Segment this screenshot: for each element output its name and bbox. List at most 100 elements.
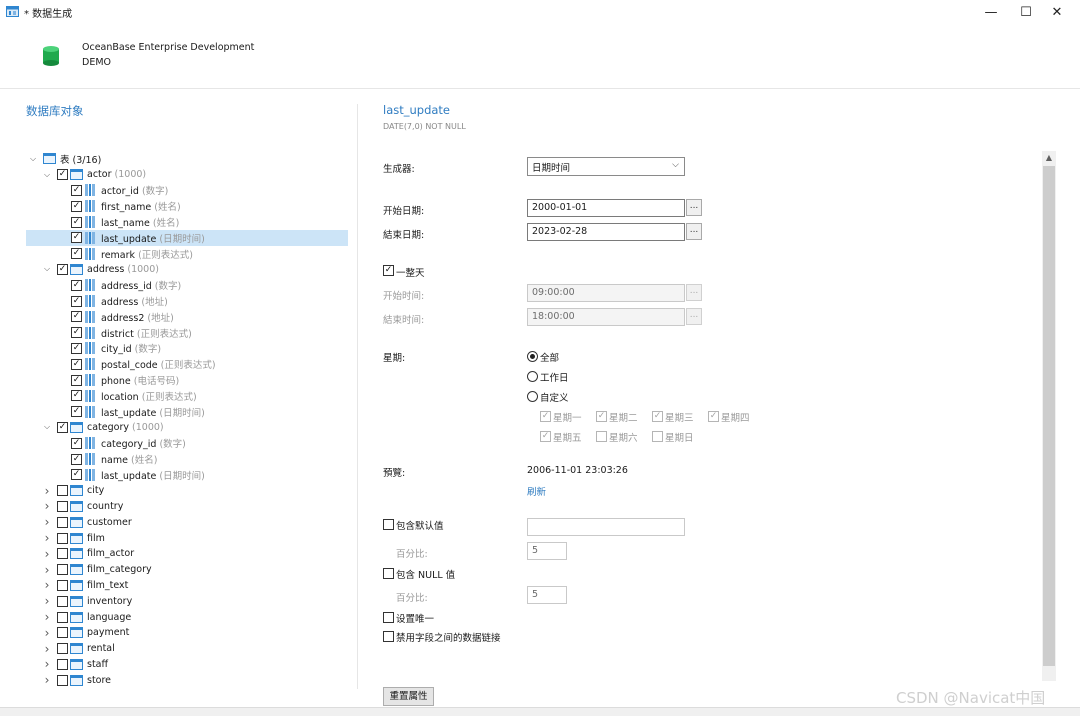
tree-checkbox[interactable] [57,611,68,623]
start-time-input[interactable]: 09:00:00 [527,284,685,302]
tree-row[interactable]: › city [26,483,348,499]
bottom-scrollbar[interactable] [0,707,1080,716]
tree-row[interactable]: ✓ city_id (数字) [26,341,348,357]
tree-checkbox[interactable]: ✓ [71,437,82,449]
tree-row[interactable]: › inventory [26,593,348,609]
tree-checkbox[interactable] [57,627,68,639]
include-null-checkbox[interactable] [383,568,394,579]
start-date-input[interactable]: 2000-01-01 [527,199,685,217]
default-value-input[interactable] [527,518,685,536]
weekday-checkbox[interactable]: ✓ [540,431,551,442]
vertical-scrollbar[interactable]: ▲ [1042,151,1056,681]
tree-row[interactable]: › staff [26,657,348,673]
tree-row[interactable]: ✓ address2 (地址) [26,309,348,325]
tree-checkbox[interactable]: ✓ [71,469,82,481]
tree-row[interactable]: › language [26,609,348,625]
tree-checkbox[interactable] [57,674,68,686]
tree-checkbox[interactable]: ✓ [71,342,82,354]
tree-row[interactable]: ✓ name (姓名) [26,451,348,467]
start-date-browse-button[interactable]: ... [686,199,702,216]
default-percent-input[interactable]: 5 [527,542,567,560]
chevron-down-icon[interactable]: ⌵ [42,264,52,274]
reset-properties-button[interactable]: 重置属性 [383,687,434,706]
tree-checkbox[interactable]: ✓ [57,263,68,275]
tree-row[interactable]: ✓ category_id (数字) [26,435,348,451]
end-time-input[interactable]: 18:00:00 [527,308,685,326]
tree-row[interactable]: ✓ last_name (姓名) [26,214,348,230]
tree-row[interactable]: › film_actor [26,546,348,562]
tree-checkbox[interactable]: ✓ [71,358,82,370]
chevron-right-icon[interactable]: › [42,547,52,561]
tree-checkbox[interactable] [57,595,68,607]
tree-row[interactable]: ⌵ 表 (3/16) [26,151,348,167]
chevron-right-icon[interactable]: › [42,531,52,545]
tree-row[interactable]: ⌵ ✓ address (1000) [26,262,348,278]
tree-row[interactable]: ✓ last_update (日期时间) [26,467,348,483]
tree-checkbox[interactable] [57,658,68,670]
tree-row[interactable]: › payment [26,625,348,641]
tree-checkbox[interactable]: ✓ [71,232,82,244]
end-date-input[interactable]: 2023-02-28 [527,223,685,241]
chevron-down-icon[interactable]: ⌵ [42,422,52,432]
all-day-checkbox[interactable]: ✓ [383,265,394,276]
tree-row[interactable]: ✓ postal_code (正则表达式) [26,356,348,372]
weekday-checkbox[interactable]: ✓ [708,411,719,422]
tree-checkbox[interactable]: ✓ [71,390,82,402]
end-date-browse-button[interactable]: ... [686,223,702,240]
tree-checkbox[interactable]: ✓ [71,216,82,228]
tree-row[interactable]: › store [26,672,348,688]
tree-row[interactable]: ✓ address (地址) [26,293,348,309]
tree-row[interactable]: ✓ first_name (姓名) [26,198,348,214]
tree-row[interactable]: › film [26,530,348,546]
tree-row[interactable]: ✓ phone (电话号码) [26,372,348,388]
tree-checkbox[interactable]: ✓ [71,184,82,196]
tree-row[interactable]: ✓ remark (正则表达式) [26,246,348,262]
tree-row[interactable]: › film_text [26,578,348,594]
tree-checkbox[interactable] [57,643,68,655]
radio-workdays[interactable] [527,371,538,382]
tree-checkbox[interactable]: ✓ [71,248,82,260]
weekday-checkbox[interactable]: ✓ [596,411,607,422]
tree-checkbox[interactable] [57,579,68,591]
tree-checkbox[interactable]: ✓ [71,311,82,323]
tree-checkbox[interactable] [57,532,68,544]
chevron-right-icon[interactable]: › [42,610,52,624]
radio-custom[interactable] [527,391,538,402]
tree-checkbox[interactable]: ✓ [71,200,82,212]
tree-checkbox[interactable] [57,500,68,512]
weekday-checkbox[interactable] [596,431,607,442]
tree-checkbox[interactable]: ✓ [71,279,82,291]
tree-checkbox[interactable]: ✓ [71,295,82,307]
scrollbar-thumb[interactable] [1043,166,1055,666]
weekday-checkbox[interactable]: ✓ [540,411,551,422]
null-percent-input[interactable]: 5 [527,586,567,604]
tree-row[interactable]: › rental [26,641,348,657]
chevron-right-icon[interactable]: › [42,515,52,529]
chevron-right-icon[interactable]: › [42,657,52,671]
disable-link-checkbox[interactable] [383,631,394,642]
scroll-up-icon[interactable]: ▲ [1042,151,1056,165]
chevron-right-icon[interactable]: › [42,626,52,640]
tree-row[interactable]: ✓ last_update (日期时间) [26,229,348,246]
tree-checkbox[interactable] [57,485,68,497]
chevron-right-icon[interactable]: › [42,484,52,498]
tree-row[interactable]: ✓ location (正则表达式) [26,388,348,404]
tree-checkbox[interactable] [57,564,68,576]
weekday-checkbox[interactable] [652,431,663,442]
tree-checkbox[interactable]: ✓ [71,406,82,418]
tree-row[interactable]: ✓ last_update (日期时间) [26,404,348,420]
chevron-right-icon[interactable]: › [42,594,52,608]
chevron-down-icon[interactable]: ⌵ [28,154,38,164]
end-time-browse-button[interactable]: ... [686,308,702,325]
chevron-right-icon[interactable]: › [42,578,52,592]
chevron-right-icon[interactable]: › [42,563,52,577]
tree-row[interactable]: ✓ address_id (数字) [26,277,348,293]
unique-checkbox[interactable] [383,612,394,623]
tree-checkbox[interactable]: ✓ [57,421,68,433]
include-default-checkbox[interactable] [383,519,394,530]
tree-row[interactable]: ⌵ ✓ category (1000) [26,420,348,436]
refresh-link[interactable]: 刷新 [527,484,546,498]
tree-row[interactable]: ✓ actor_id (数字) [26,183,348,199]
close-button[interactable]: ✕ [1034,0,1080,24]
tree-checkbox[interactable] [57,548,68,560]
